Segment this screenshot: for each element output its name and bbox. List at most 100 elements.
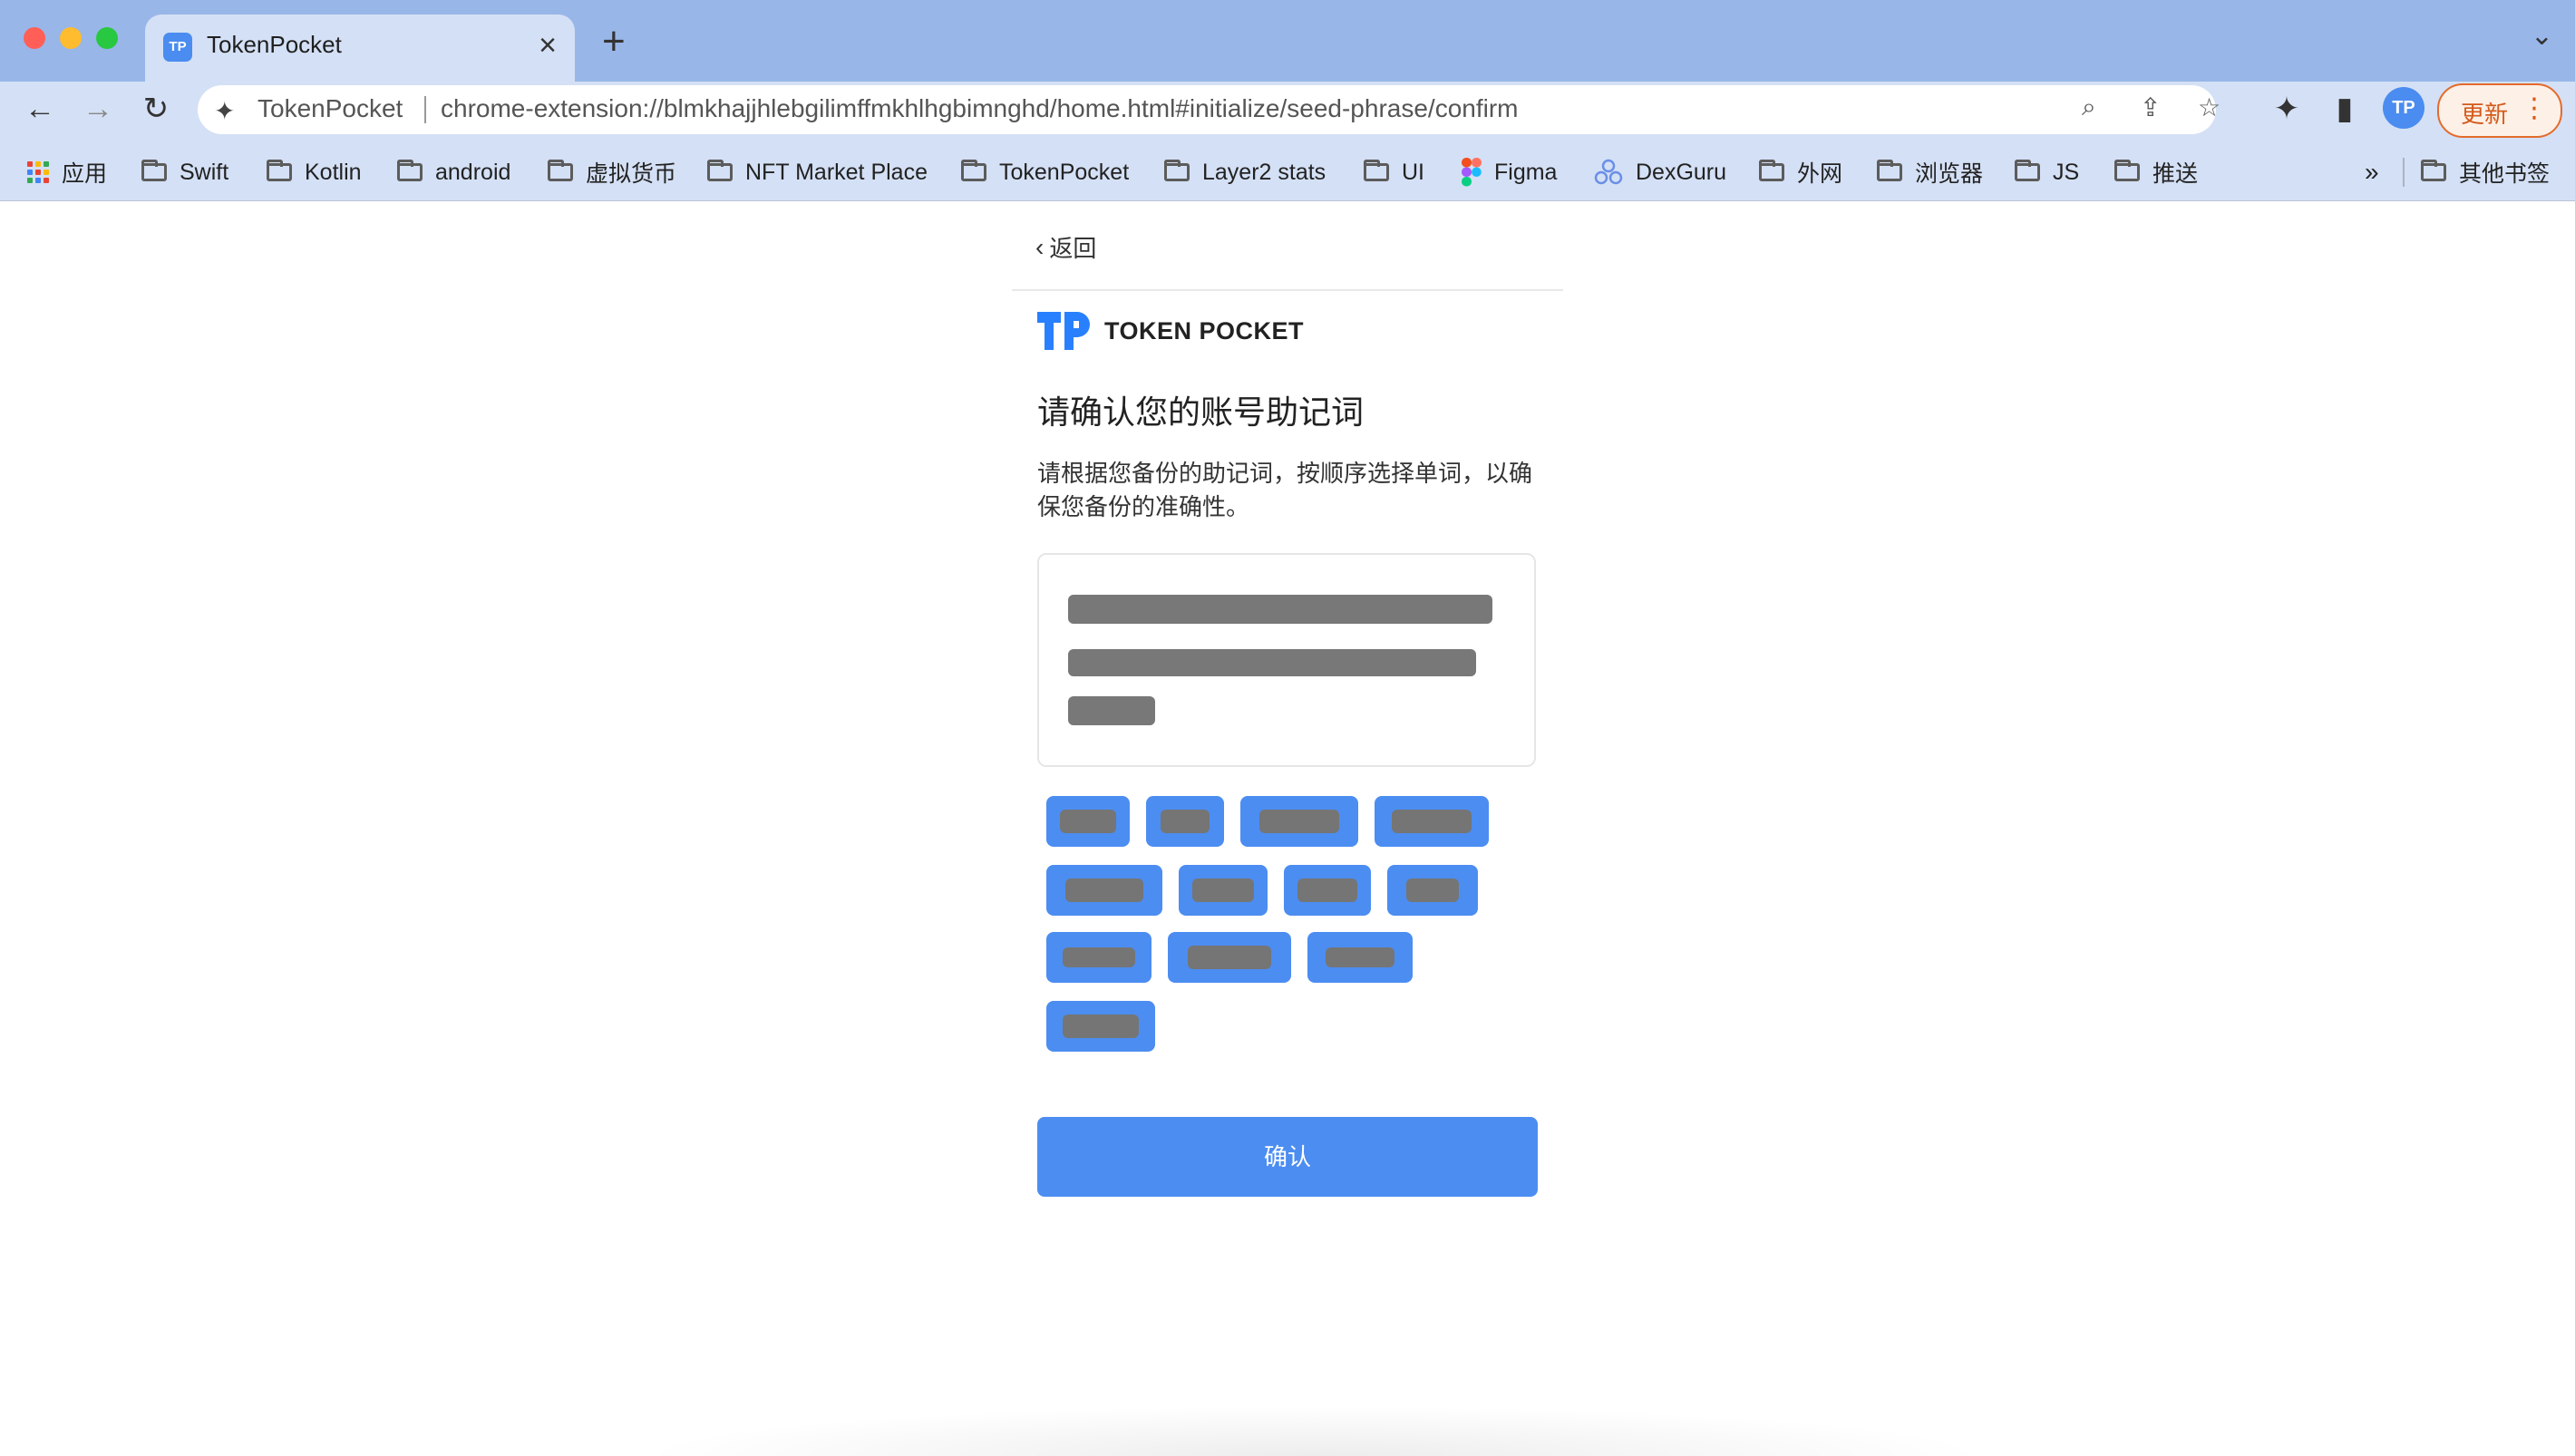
- folder-icon: [1877, 160, 1902, 181]
- seed-word-chip[interactable]: [1046, 865, 1162, 916]
- address-bar-url[interactable]: chrome-extension://blmkhajjhlebgilimffmk…: [441, 94, 1518, 123]
- seed-word-chip[interactable]: [1046, 796, 1130, 847]
- bookmark-label: 应用: [62, 161, 108, 187]
- bookmark-star-icon[interactable]: ☆: [2198, 92, 2220, 122]
- profile-avatar[interactable]: TP: [2383, 87, 2424, 129]
- tab-tokenpocket[interactable]: TP TokenPocket ×: [145, 15, 575, 82]
- redacted-word: [1063, 947, 1135, 967]
- bookmark-apps[interactable]: 应用: [27, 152, 107, 192]
- apps-grid-icon: [27, 161, 49, 183]
- tokenpocket-logo: TOKEN POCKET: [1037, 312, 1304, 350]
- redacted-word: [1192, 878, 1254, 902]
- tokenpocket-favicon-icon: TP: [163, 33, 192, 62]
- folder-icon: [397, 160, 423, 181]
- address-bar-site-title: TokenPocket: [258, 94, 403, 122]
- bookmark-layer2-stats[interactable]: Layer2 stats: [1164, 152, 1326, 192]
- bookmark-nft-market-place[interactable]: NFT Market Place: [707, 152, 928, 192]
- confirm-button[interactable]: 确认: [1037, 1117, 1538, 1197]
- folder-icon: [2015, 160, 2040, 181]
- bookmark-android[interactable]: android: [397, 152, 510, 192]
- folder-icon: [2114, 160, 2140, 181]
- seed-word-chip[interactable]: [1168, 932, 1291, 983]
- maximize-window-button[interactable]: [96, 27, 118, 49]
- redacted-word: [1188, 946, 1271, 969]
- tab-search-chevron-icon[interactable]: ⌄: [2531, 20, 2553, 52]
- logo-text: TOKEN POCKET: [1104, 316, 1305, 345]
- bookmark-label: 外网: [1797, 161, 1843, 187]
- bookmark-label: 推送: [2152, 161, 2199, 187]
- seed-word-options: [1037, 789, 1545, 1061]
- extensions-puzzle-icon[interactable]: ✦: [2265, 87, 2308, 131]
- tokenpocket-logo-icon: [1037, 312, 1090, 350]
- seed-word-chip[interactable]: [1387, 865, 1478, 916]
- page-description: 请根据您备份的助记词，按顺序选择单词，以确保您备份的准确性。: [1037, 460, 1533, 520]
- folder-icon: [1164, 160, 1190, 181]
- minimize-window-button[interactable]: [60, 27, 82, 49]
- bookmark-label: 浏览器: [1915, 161, 1984, 187]
- dexguru-icon: [1594, 159, 1623, 185]
- tab-close-icon[interactable]: ×: [539, 25, 557, 65]
- bookmark-label: 其他书签: [2459, 161, 2551, 187]
- seed-word-chip[interactable]: [1046, 1001, 1155, 1052]
- new-tab-icon[interactable]: +: [602, 20, 626, 63]
- bookmark-dexguru[interactable]: DexGuru: [1594, 152, 1726, 192]
- folder-icon: [1364, 160, 1389, 181]
- bookmark-push[interactable]: 推送: [2114, 152, 2198, 192]
- seed-word-chip[interactable]: [1307, 932, 1413, 983]
- redacted-word: [1297, 878, 1357, 902]
- bookmarks-bar: 应用 Swift Kotlin android 虚拟货币 NFT Market …: [0, 145, 2575, 199]
- redacted-word: [1063, 1014, 1139, 1038]
- bookmarks-overflow-icon[interactable]: »: [2365, 152, 2379, 192]
- zoom-icon[interactable]: ⌕: [2082, 92, 2096, 122]
- bookmark-browser[interactable]: 浏览器: [1877, 152, 1983, 192]
- bookmark-js[interactable]: JS: [2015, 152, 2079, 192]
- folder-icon: [267, 160, 292, 181]
- redacted-word: [1060, 810, 1116, 833]
- bookmark-swift[interactable]: Swift: [141, 152, 228, 192]
- folder-icon: [707, 160, 733, 181]
- forward-arrow-icon[interactable]: →: [76, 87, 120, 131]
- update-button[interactable]: 更新 ⋮: [2437, 83, 2562, 138]
- bookmark-label: TokenPocket: [999, 159, 1130, 185]
- address-bar[interactable]: ✦ TokenPocket chrome-extension://blmkhaj…: [198, 85, 2220, 134]
- address-bar-separator: [424, 96, 426, 123]
- tab-strip: TP TokenPocket × + ⌄: [0, 0, 2575, 82]
- share-icon[interactable]: ⇪: [2140, 92, 2161, 122]
- bookmark-crypto[interactable]: 虚拟货币: [548, 152, 676, 192]
- close-window-button[interactable]: [24, 27, 45, 49]
- bookmark-label: Figma: [1494, 159, 1558, 185]
- seed-word-chip[interactable]: [1284, 865, 1371, 916]
- redacted-word: [1392, 810, 1472, 833]
- bookmark-label: Kotlin: [305, 159, 362, 185]
- seed-word-chip[interactable]: [1375, 796, 1489, 847]
- redacted-word: [1065, 878, 1143, 902]
- selected-phrase-box[interactable]: [1037, 553, 1536, 767]
- bookmarks-divider: [2403, 158, 2405, 187]
- seed-word-chip[interactable]: [1146, 796, 1224, 847]
- bookmark-tokenpocket[interactable]: TokenPocket: [961, 152, 1129, 192]
- reload-icon[interactable]: ↻: [134, 87, 178, 131]
- seed-word-chip[interactable]: [1240, 796, 1358, 847]
- redacted-word: [1259, 810, 1339, 833]
- bookmark-ui[interactable]: UI: [1364, 152, 1424, 192]
- redacted-word: [1161, 810, 1210, 833]
- seed-word-chip[interactable]: [1179, 865, 1268, 916]
- redacted-phrase-line: [1068, 595, 1492, 624]
- bookmark-external[interactable]: 外网: [1759, 152, 1842, 192]
- extension-puzzle-icon: ✦: [214, 97, 236, 125]
- back-arrow-icon[interactable]: ←: [18, 87, 62, 131]
- seed-word-chip[interactable]: [1046, 932, 1151, 983]
- bookmark-label: DexGuru: [1636, 159, 1727, 185]
- chrome-border: [0, 200, 2575, 201]
- bookmark-label: 虚拟货币: [586, 161, 677, 187]
- bookmark-kotlin[interactable]: Kotlin: [267, 152, 362, 192]
- bookmark-label: JS: [2053, 159, 2080, 185]
- chevron-left-icon: ‹: [1035, 232, 1045, 261]
- bookmark-figma[interactable]: Figma: [1462, 152, 1557, 192]
- redacted-word: [1326, 947, 1394, 967]
- bookmark-other[interactable]: 其他书签: [2421, 152, 2550, 192]
- side-panel-icon[interactable]: ▮: [2323, 87, 2366, 131]
- tab-title: TokenPocket: [207, 31, 342, 58]
- back-button[interactable]: ‹ 返回: [1035, 230, 1096, 264]
- more-menu-icon[interactable]: ⋮: [2521, 92, 2548, 124]
